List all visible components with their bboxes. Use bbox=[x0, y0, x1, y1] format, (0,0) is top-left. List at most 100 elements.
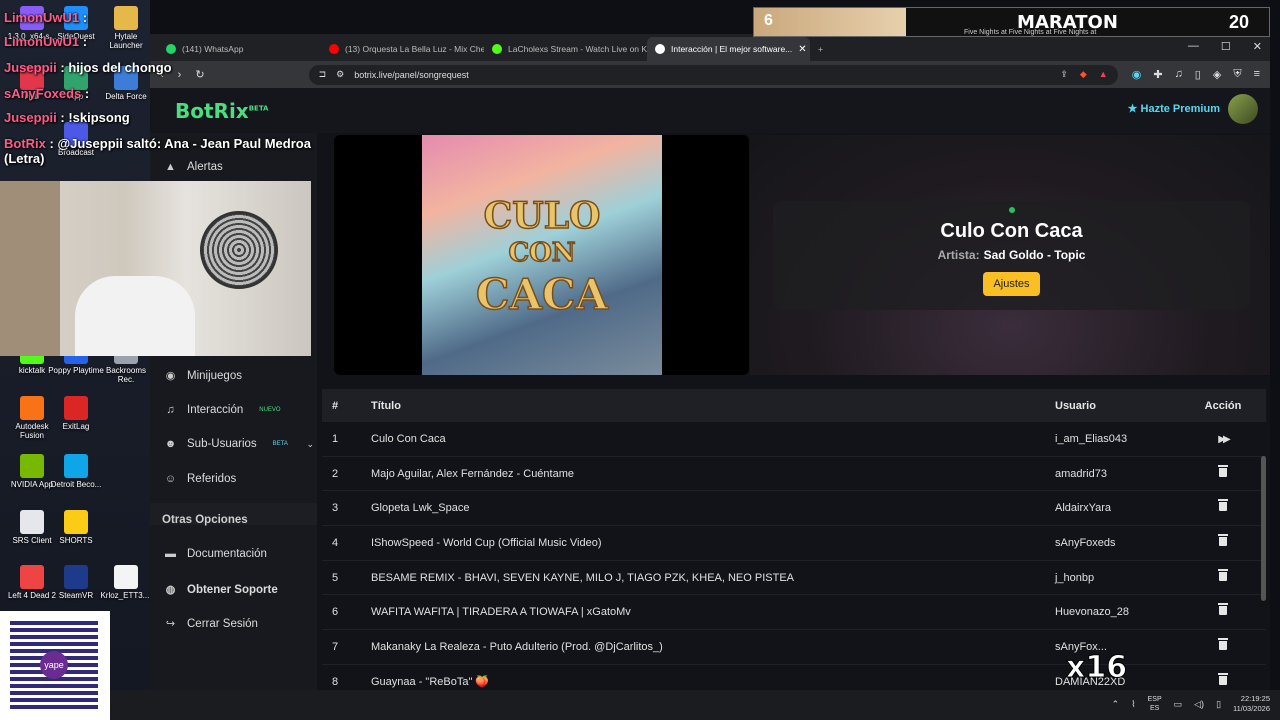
tab-kick[interactable]: LaCholexs Stream - Watch Live on Ki... bbox=[484, 37, 647, 61]
tab-botrix[interactable]: Interacción | El mejor software... ✕ bbox=[647, 37, 810, 61]
user-group-icon: ☺ bbox=[164, 473, 177, 485]
desktop-icon[interactable]: Krloz_ETT3.... bbox=[98, 565, 154, 600]
premium-button[interactable]: ★ Hazte Premium bbox=[1128, 102, 1220, 115]
minimize-icon[interactable]: — bbox=[1188, 40, 1199, 53]
sidebar-item-sub-usuarios[interactable]: ☻ Sub-Usuarios BETA ⌄ bbox=[164, 438, 314, 450]
menu-icon[interactable]: ≡ bbox=[1254, 68, 1260, 81]
new-badge: NUEVO bbox=[259, 407, 281, 413]
chat-message: BotRix : @Juseppii saltó: Ana - Jean Pau… bbox=[4, 136, 354, 166]
row-action bbox=[1193, 603, 1253, 618]
desktop-icon[interactable]: Hytale Launcher bbox=[98, 6, 154, 50]
window-controls: — ☐ ✕ bbox=[1188, 40, 1262, 53]
row-action bbox=[1193, 464, 1253, 480]
trash-icon[interactable] bbox=[1218, 533, 1228, 546]
vpn-icon[interactable]: ⛨ bbox=[1233, 68, 1241, 81]
table-row[interactable]: 1 Culo Con Caca i_am_Elias043 ▶▶ bbox=[322, 422, 1266, 457]
volume-icon[interactable]: ◁) bbox=[1194, 699, 1204, 710]
sidebar-item-cerrar-sesion[interactable]: ↪ Cerrar Sesión bbox=[164, 617, 314, 631]
tab-youtube[interactable]: (13) Orquesta La Bella Luz - Mix Che... bbox=[321, 37, 484, 61]
row-user: AldairxYara bbox=[1055, 502, 1112, 515]
row-number: 6 bbox=[332, 606, 339, 619]
beta-badge: BETA bbox=[272, 441, 288, 447]
skip-icon[interactable]: ▶▶ bbox=[1218, 434, 1231, 445]
sidebar-item-minijuegos[interactable]: ◉ Minijuegos bbox=[164, 369, 314, 383]
header-user: Usuario bbox=[1055, 399, 1096, 412]
table-row[interactable]: 4 IShowSpeed - World Cup (Official Music … bbox=[322, 526, 1266, 561]
chat-message: LimonUwU1 : bbox=[4, 34, 87, 49]
album-cover: CULO CON CACA bbox=[422, 135, 662, 375]
table-row[interactable]: 3 Glopeta Lwk_Space AldairxYara bbox=[322, 491, 1266, 527]
yape-logo: yape bbox=[40, 651, 68, 679]
app-icon bbox=[20, 454, 44, 478]
close-tab-icon[interactable]: ✕ bbox=[798, 44, 806, 55]
multiplier-overlay: x16 bbox=[1065, 650, 1128, 686]
row-title: WAFITA WAFITA | TIRADERA A TIOWAFA | xGa… bbox=[371, 606, 631, 619]
wallet-icon[interactable]: ◈ bbox=[1213, 68, 1221, 81]
media-icon[interactable]: ♫ bbox=[1175, 68, 1183, 81]
chat-message: sAnyFoxeds : bbox=[4, 86, 89, 101]
desktop-icon[interactable]: ExitLag bbox=[48, 396, 104, 431]
desktop-icon[interactable]: SHORTS bbox=[48, 510, 104, 545]
row-action bbox=[1193, 672, 1253, 688]
row-action bbox=[1193, 533, 1253, 549]
sidebar-item-referidos[interactable]: ☺ Referidos bbox=[164, 473, 314, 485]
desktop-icon[interactable]: SteamVR bbox=[48, 565, 104, 600]
language-indicator[interactable]: ESP ES bbox=[1148, 695, 1162, 713]
close-window-icon[interactable]: ✕ bbox=[1253, 40, 1262, 53]
kick-icon bbox=[492, 44, 502, 54]
row-action bbox=[1193, 568, 1253, 584]
desktop-icon-label: Hytale Launcher bbox=[109, 32, 143, 50]
users-icon: ☻ bbox=[164, 438, 177, 450]
sidebar-item-documentacion[interactable]: ▬ Documentación bbox=[164, 548, 314, 560]
brand-logo[interactable]: BotRixBETA bbox=[175, 99, 268, 123]
trash-icon[interactable] bbox=[1218, 637, 1228, 650]
gamepad-icon: ◉ bbox=[165, 370, 176, 382]
sidebar-item-label: Interacción bbox=[187, 404, 244, 416]
table-row[interactable]: 5 BESAME REMIX - BHAVI, SEVEN KAYNE, MILO… bbox=[322, 561, 1266, 596]
address-bar[interactable]: ⊐ ⚙ botrix.live/panel/songrequest ⇪ ◆ ▲ bbox=[308, 64, 1118, 85]
share-icon[interactable]: ⇪ bbox=[1060, 69, 1068, 80]
row-title: BESAME REMIX - BHAVI, SEVEN KAYNE, MILO … bbox=[371, 571, 794, 584]
scrollbar[interactable] bbox=[1261, 456, 1266, 601]
trash-icon[interactable] bbox=[1218, 672, 1228, 685]
table-row[interactable]: 6 WAFITA WAFITA | TIRADERA A TIOWAFA | xG… bbox=[322, 595, 1266, 631]
tab-whatsapp[interactable]: (141) WhatsApp bbox=[158, 37, 321, 61]
table-row[interactable]: 2 Majo Aguilar, Alex Fernández - Cuéntame… bbox=[322, 457, 1266, 492]
app-icon bbox=[64, 454, 88, 478]
bookmark-icon[interactable]: ⊐ bbox=[319, 69, 327, 80]
desktop-icon[interactable]: Detroit Beco... bbox=[48, 454, 104, 489]
youtube-icon bbox=[329, 44, 339, 54]
sidebar-item-soporte[interactable]: ◍ Obtener Soporte bbox=[164, 583, 314, 597]
site-info-icon[interactable]: ⚙ bbox=[336, 69, 344, 80]
audio-icon[interactable]: ◉ bbox=[1132, 68, 1142, 81]
trash-icon[interactable] bbox=[1218, 464, 1228, 477]
avatar[interactable] bbox=[1228, 94, 1258, 124]
reload-icon[interactable]: ↻ bbox=[195, 68, 204, 81]
row-user: amadrid73 bbox=[1055, 467, 1107, 480]
maximize-icon[interactable]: ☐ bbox=[1221, 40, 1231, 53]
sidebar-item-interaccion[interactable]: ♫ Interacción NUEVO bbox=[164, 404, 314, 416]
video-player[interactable]: CULO CON CACA bbox=[334, 135, 749, 375]
trash-icon[interactable] bbox=[1218, 568, 1228, 581]
extensions-icon[interactable]: ✚ bbox=[1153, 68, 1162, 81]
webcam-fan bbox=[200, 211, 278, 289]
settings-button[interactable]: Ajustes bbox=[983, 272, 1040, 296]
battery-icon[interactable]: ▯ bbox=[1216, 699, 1221, 710]
mic-icon[interactable]: ⌇ bbox=[1131, 699, 1135, 710]
forward-icon[interactable]: › bbox=[178, 69, 182, 81]
sidebar-icon[interactable]: ▯ bbox=[1195, 68, 1201, 81]
chevron-down-icon[interactable]: ⌄ bbox=[306, 439, 314, 450]
rewards-icon[interactable]: ▲ bbox=[1099, 69, 1108, 80]
trash-icon[interactable] bbox=[1218, 603, 1228, 616]
system-tray: ⌃ ⌇ ESP ES ▭ ◁) ▯ 22:19:25 11/03/2026 bbox=[1112, 694, 1270, 714]
new-tab-button[interactable]: + bbox=[810, 37, 840, 61]
marathon-left-count: 6 bbox=[754, 8, 906, 36]
clock[interactable]: 22:19:25 11/03/2026 bbox=[1233, 694, 1270, 714]
network-icon[interactable]: ▭ bbox=[1174, 699, 1183, 710]
clock-time: 22:19:25 bbox=[1240, 694, 1270, 703]
desktop-icon-label: Detroit Beco... bbox=[50, 480, 102, 489]
chat-separator: : bbox=[79, 10, 88, 25]
chevron-up-icon[interactable]: ⌃ bbox=[1112, 699, 1120, 710]
trash-icon[interactable] bbox=[1218, 499, 1228, 512]
brave-shield-icon[interactable]: ◆ bbox=[1080, 69, 1087, 80]
